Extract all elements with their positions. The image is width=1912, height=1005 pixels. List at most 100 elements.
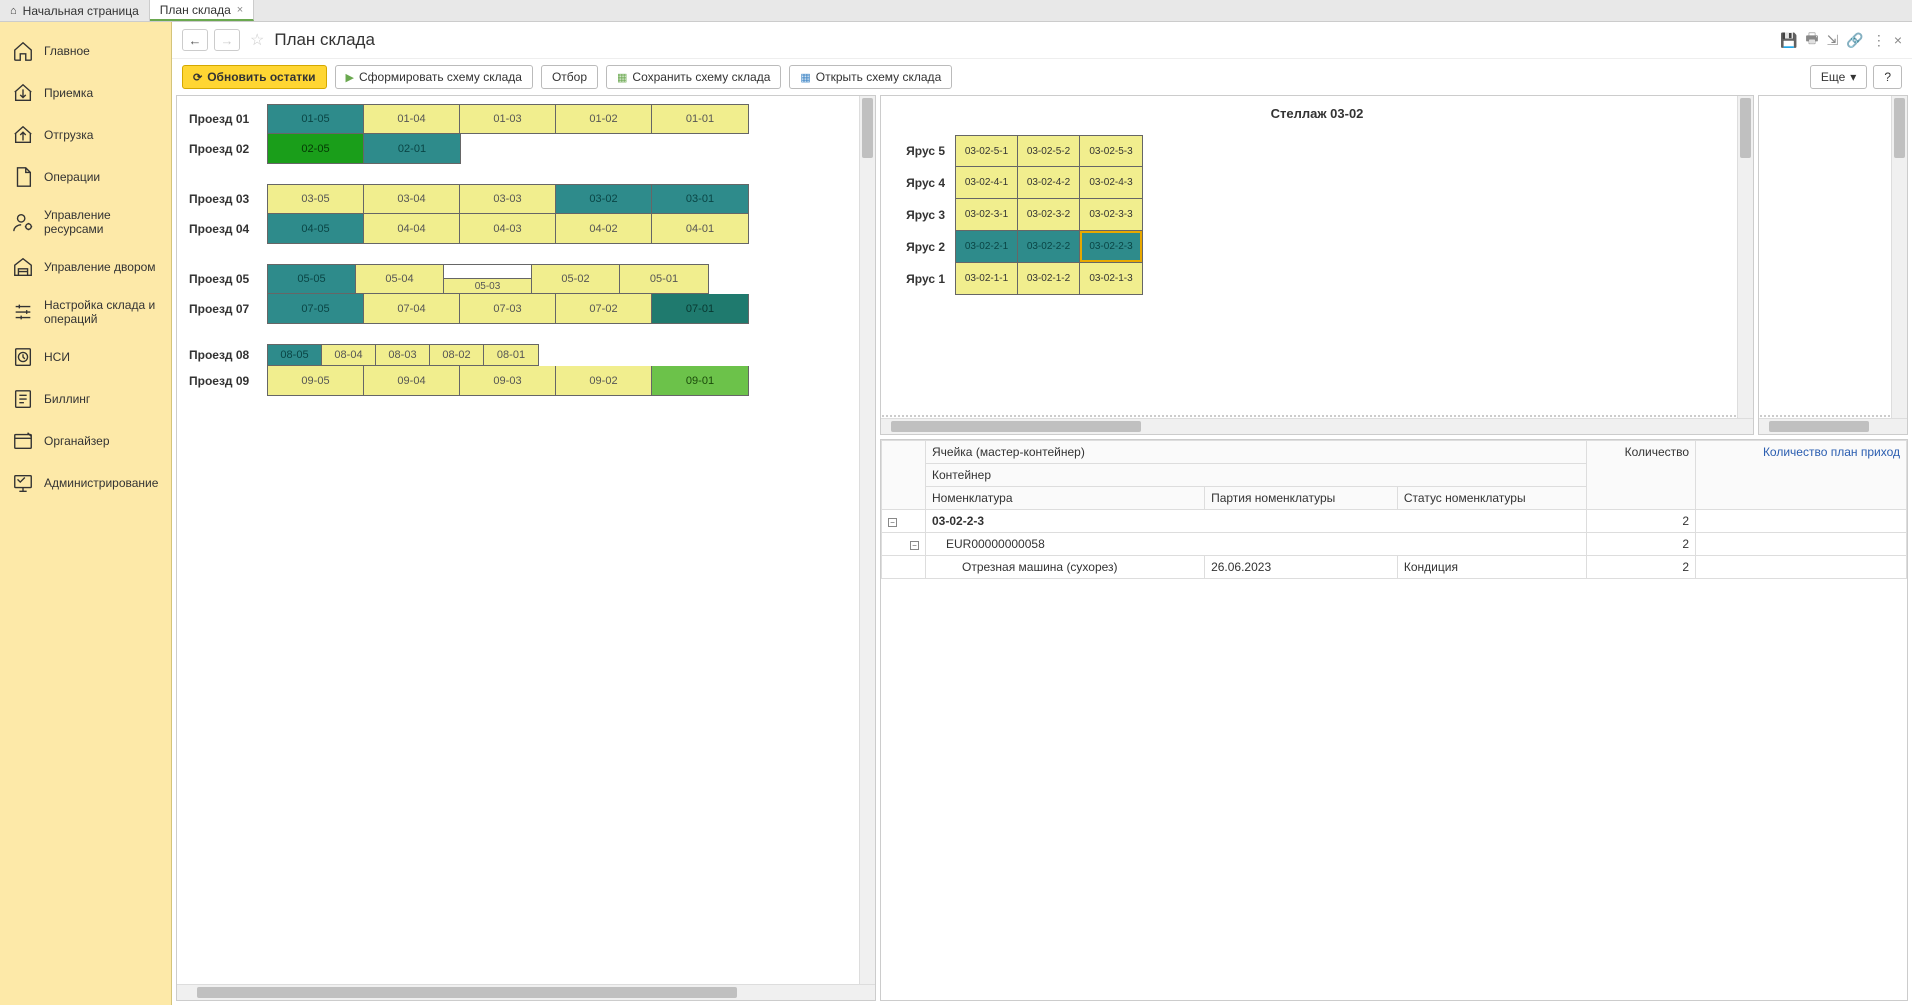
warehouse-cell[interactable] (444, 265, 531, 279)
warehouse-cell[interactable]: 07-02 (556, 294, 652, 323)
warehouse-cell[interactable]: 07-05 (268, 294, 364, 323)
refresh-button[interactable]: ⟳ Обновить остатки (182, 65, 327, 89)
warehouse-cell[interactable]: 08-01 (484, 345, 538, 365)
sidebar-item-billing[interactable]: Биллинг (0, 378, 171, 420)
warehouse-cell[interactable]: 05-03 (444, 279, 531, 293)
col-cell[interactable]: Ячейка (мастер-контейнер) (926, 441, 1587, 464)
rack-cell[interactable]: 03-02-2-1 (956, 231, 1018, 262)
warehouse-cell[interactable]: 09-05 (268, 366, 364, 395)
warehouse-cell[interactable]: 05-05 (268, 265, 356, 293)
warehouse-cell[interactable]: 08-03 (376, 345, 430, 365)
warehouse-cell[interactable]: 01-01 (652, 105, 748, 133)
warehouse-cell[interactable]: 07-04 (364, 294, 460, 323)
warehouse-cell[interactable]: 07-03 (460, 294, 556, 323)
table-row[interactable]: Отрезная машина (сухорез) 26.06.2023 Кон… (882, 556, 1907, 579)
rack-cell[interactable]: 03-02-2-2 (1018, 231, 1080, 262)
table-row[interactable]: − 03-02-2-3 2 (882, 510, 1907, 533)
sidebar-item-nsi[interactable]: НСИ (0, 336, 171, 378)
rack-cell[interactable]: 03-02-1-2 (1018, 263, 1080, 294)
rack-cell[interactable]: 03-02-1-3 (1080, 263, 1142, 294)
warehouse-cell[interactable]: 05-02 (532, 265, 620, 293)
col-batch[interactable]: Партия номенклатуры (1205, 487, 1398, 510)
generate-button[interactable]: ▶ Сформировать схему склада (335, 65, 533, 89)
sidebar-item-settings[interactable]: Настройка склада и операций (0, 288, 171, 336)
print-icon[interactable]: 🖶 (1805, 28, 1818, 52)
warehouse-cell[interactable]: 04-01 (652, 214, 748, 243)
scrollbar-vertical[interactable] (1891, 96, 1907, 418)
warehouse-cell[interactable]: 08-02 (430, 345, 484, 365)
tab-home[interactable]: ⌂ Начальная страница (0, 0, 150, 21)
nav-back-button[interactable]: ← (182, 29, 208, 51)
rack-cell[interactable]: 03-02-3-2 (1018, 199, 1080, 230)
save-icon[interactable]: 💾 (1780, 32, 1797, 49)
rack-cell[interactable]: 03-02-3-3 (1080, 199, 1142, 230)
col-qty-plan[interactable]: Количество план приход (1696, 441, 1907, 510)
warehouse-cell[interactable]: 02-01 (364, 134, 460, 163)
warehouse-cell[interactable]: 05-04 (356, 265, 444, 293)
col-status[interactable]: Статус номенклатуры (1397, 487, 1586, 510)
warehouse-cell[interactable]: 09-03 (460, 366, 556, 395)
warehouse-cell[interactable]: 01-05 (268, 105, 364, 133)
sidebar-item-resources[interactable]: Управление ресурсами (0, 198, 171, 246)
help-button[interactable]: ? (1873, 65, 1902, 89)
warehouse-cell[interactable]: 01-04 (364, 105, 460, 133)
warehouse-cell[interactable]: 05-01 (620, 265, 708, 293)
warehouse-cell[interactable]: 09-01 (652, 366, 748, 395)
rack-cell[interactable]: 03-02-4-2 (1018, 167, 1080, 198)
warehouse-cell[interactable]: 08-05 (268, 345, 322, 365)
warehouse-cell[interactable]: 03-05 (268, 185, 364, 213)
col-qty[interactable]: Количество (1587, 441, 1696, 510)
tree-collapse-icon[interactable]: − (888, 518, 897, 527)
favorite-icon[interactable]: ☆ (250, 30, 264, 50)
warehouse-cell[interactable]: 04-05 (268, 214, 364, 243)
warehouse-cell[interactable]: 03-02 (556, 185, 652, 213)
close-icon[interactable]: × (237, 4, 243, 16)
sidebar-item-receiving[interactable]: Приемка (0, 72, 171, 114)
warehouse-cell[interactable]: 04-02 (556, 214, 652, 243)
rack-cell[interactable]: 03-02-5-1 (956, 136, 1018, 166)
tree-collapse-icon[interactable]: − (910, 541, 919, 550)
tab-plan[interactable]: План склада × (150, 0, 254, 21)
scrollbar-horizontal[interactable] (881, 418, 1753, 434)
sidebar-item-yard[interactable]: Управление двором (0, 246, 171, 288)
more-button[interactable]: Еще ▾ (1810, 65, 1867, 89)
scrollbar-vertical[interactable] (859, 96, 875, 984)
warehouse-cell[interactable]: 02-05 (268, 134, 364, 163)
warehouse-cell[interactable]: 03-04 (364, 185, 460, 213)
rack-cell[interactable]: 03-02-5-2 (1018, 136, 1080, 166)
export-icon[interactable]: ⇲ (1827, 32, 1839, 49)
warehouse-cell[interactable]: 03-03 (460, 185, 556, 213)
sidebar-item-admin[interactable]: Администрирование (0, 462, 171, 504)
scrollbar-vertical[interactable] (1737, 96, 1753, 418)
warehouse-cell[interactable]: 01-03 (460, 105, 556, 133)
save-scheme-button[interactable]: ▦ Сохранить схему склада (606, 65, 781, 89)
rack-cell[interactable]: 03-02-5-3 (1080, 136, 1142, 166)
warehouse-cell[interactable]: 09-04 (364, 366, 460, 395)
sidebar-item-operations[interactable]: Операции (0, 156, 171, 198)
rack-cell[interactable]: 03-02-4-3 (1080, 167, 1142, 198)
warehouse-cell[interactable]: 03-01 (652, 185, 748, 213)
sidebar-item-organizer[interactable]: Органайзер (0, 420, 171, 462)
rack-cell[interactable]: 03-02-4-1 (956, 167, 1018, 198)
sidebar-item-shipping[interactable]: Отгрузка (0, 114, 171, 156)
open-scheme-button[interactable]: ▦ Открыть схему склада (789, 65, 952, 89)
rack-cell[interactable]: 03-02-2-3 (1080, 231, 1142, 262)
col-container[interactable]: Контейнер (926, 464, 1587, 487)
warehouse-cell[interactable]: 01-02 (556, 105, 652, 133)
nav-forward-button[interactable]: → (214, 29, 240, 51)
warehouse-cell[interactable]: 07-01 (652, 294, 748, 323)
scrollbar-horizontal[interactable] (1759, 418, 1907, 434)
rack-cell[interactable]: 03-02-3-1 (956, 199, 1018, 230)
sidebar-item-main[interactable]: Главное (0, 30, 171, 72)
col-nomenclature[interactable]: Номенклатура (926, 487, 1205, 510)
close-icon[interactable]: × (1894, 32, 1902, 48)
warehouse-cell[interactable]: 09-02 (556, 366, 652, 395)
filter-button[interactable]: Отбор (541, 65, 598, 89)
scrollbar-horizontal[interactable] (177, 984, 875, 1000)
warehouse-cell[interactable]: 04-03 (460, 214, 556, 243)
warehouse-cell[interactable]: 04-04 (364, 214, 460, 243)
warehouse-cell[interactable]: 08-04 (322, 345, 376, 365)
table-row[interactable]: − EUR00000000058 2 (882, 533, 1907, 556)
rack-cell[interactable]: 03-02-1-1 (956, 263, 1018, 294)
kebab-icon[interactable]: ⋮ (1872, 32, 1886, 49)
